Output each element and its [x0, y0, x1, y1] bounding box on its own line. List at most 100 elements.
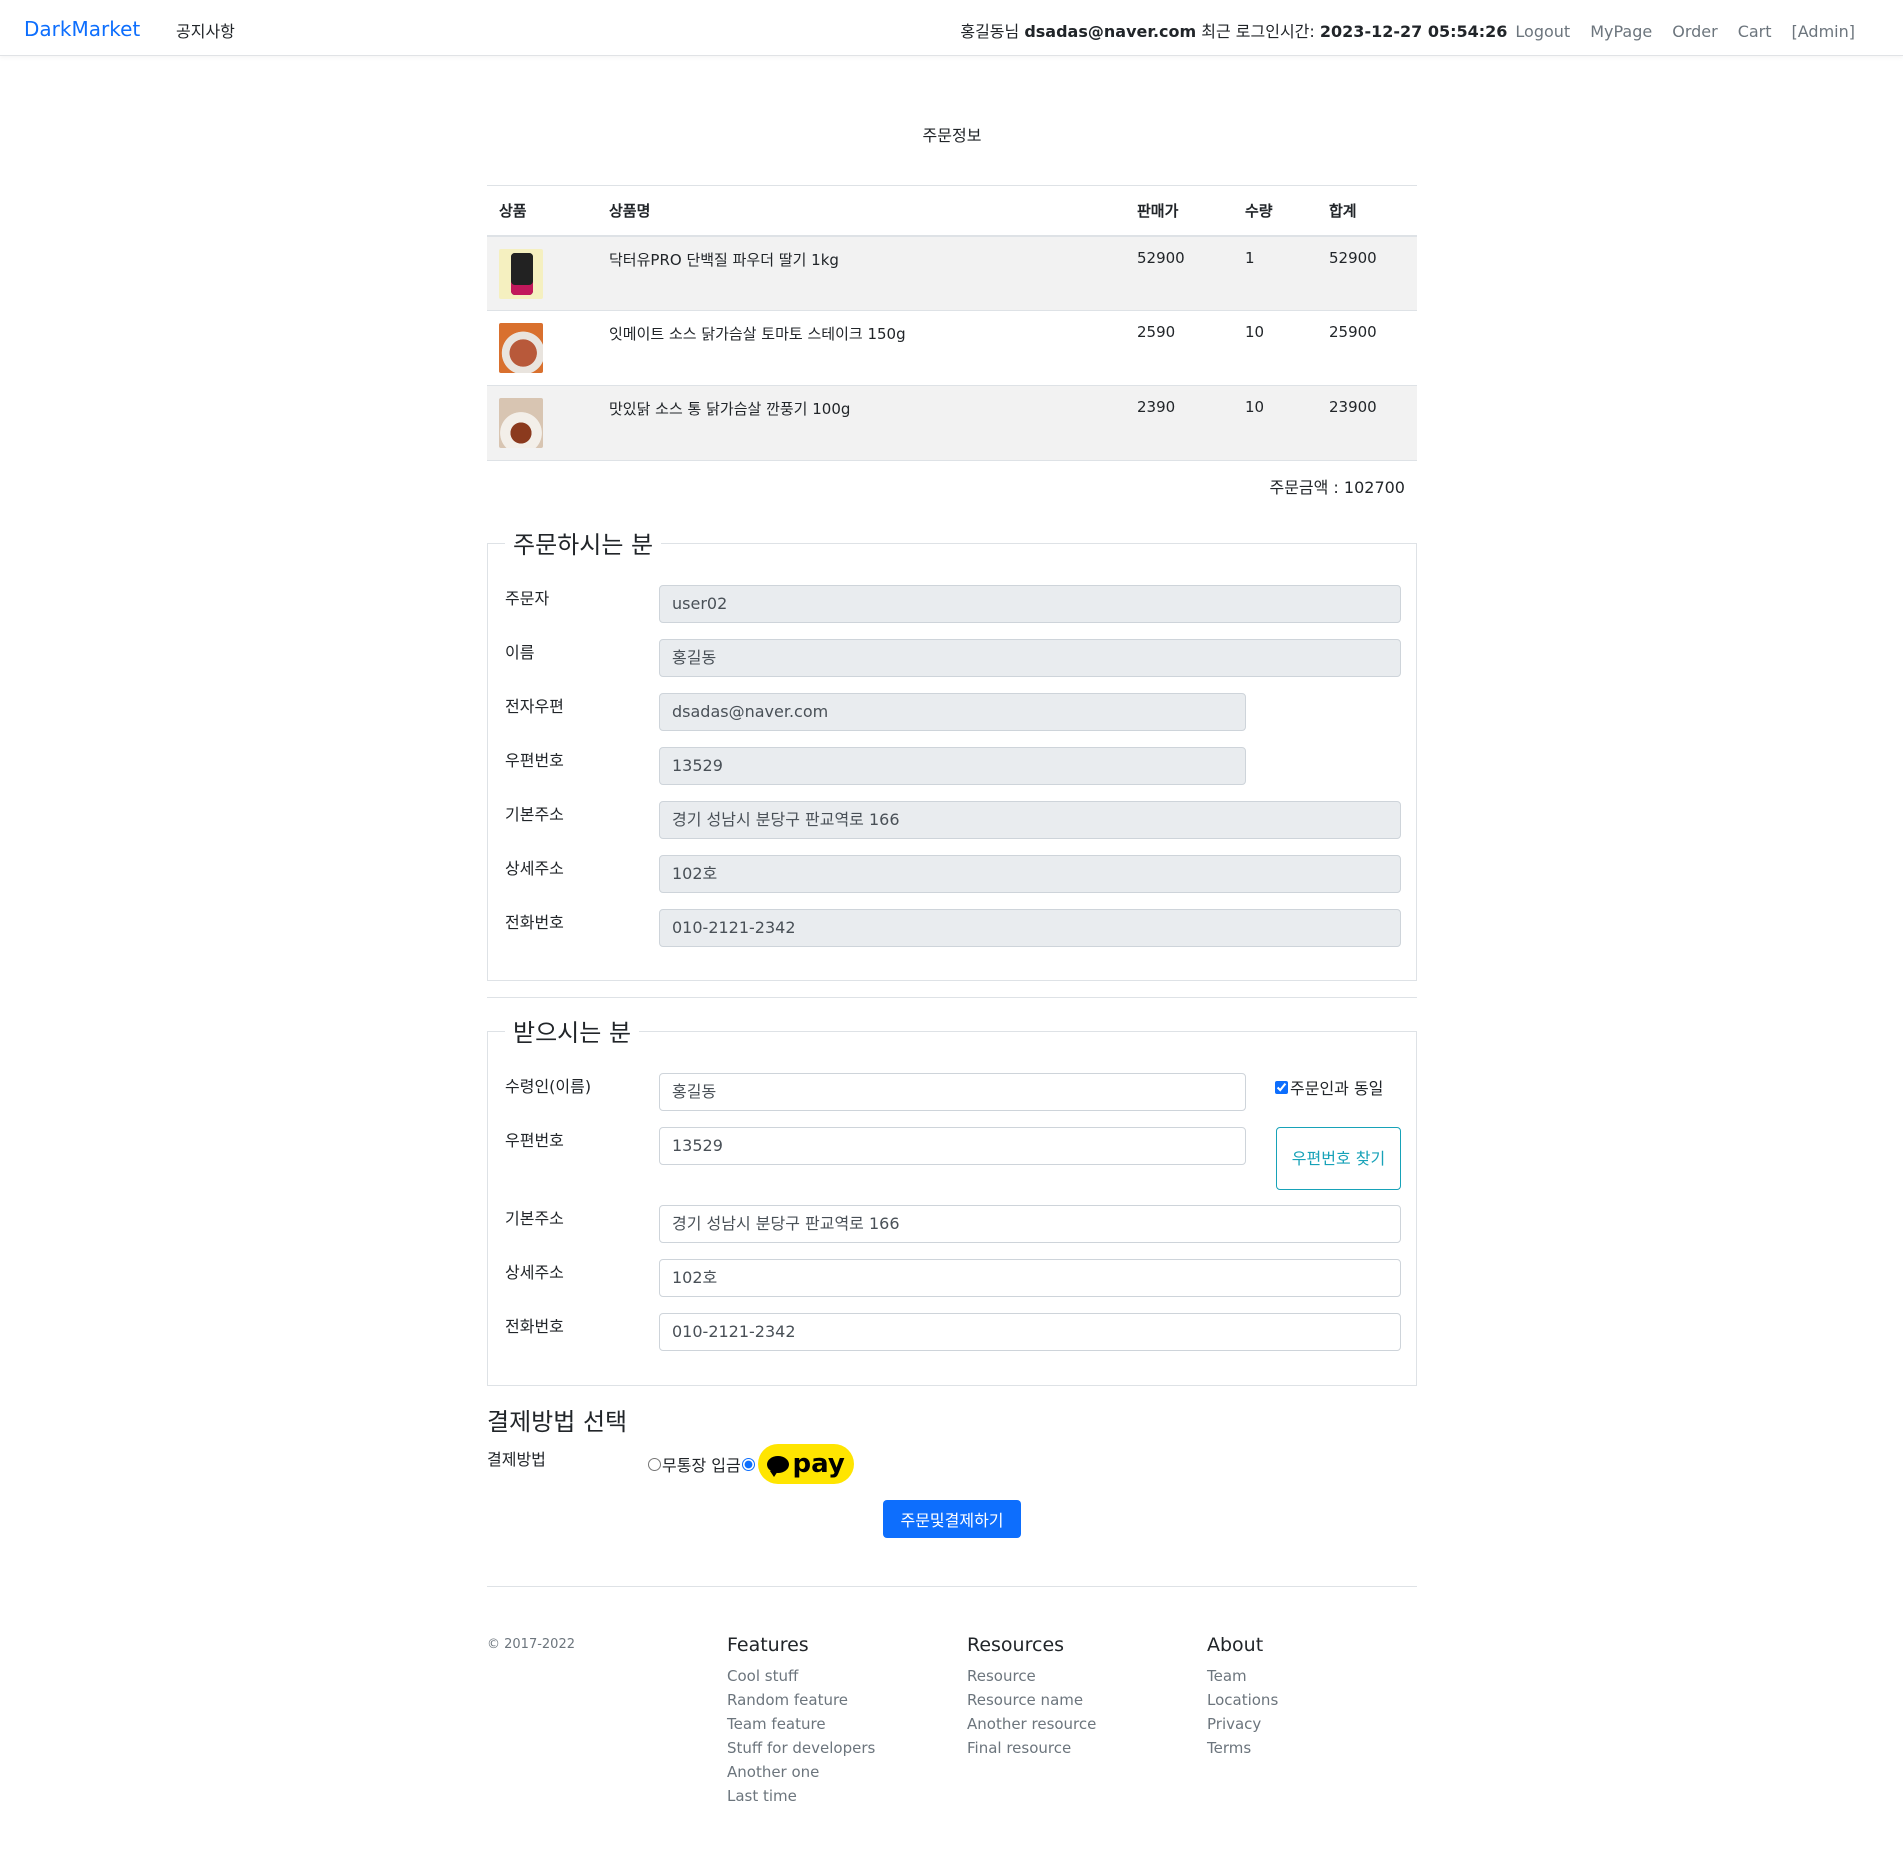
orderer-detail-address-field[interactable]: 102호 [659, 855, 1401, 893]
orderer-address-label: 기본주소 [505, 805, 564, 824]
footer-link[interactable]: Locations [1207, 1688, 1278, 1712]
footer-divider [487, 1586, 1417, 1587]
footer-col-title: Resources [967, 1634, 1065, 1656]
footer-link[interactable]: Stuff for developers [727, 1736, 875, 1760]
product-total: 25900 [1317, 310, 1417, 386]
speech-bubble-icon [766, 1455, 789, 1477]
product-image[interactable] [499, 248, 543, 299]
product-qty: 10 [1233, 385, 1317, 461]
footer-link[interactable]: Resource [967, 1664, 1096, 1688]
nav-notice-link[interactable]: 공지사항 [176, 18, 235, 42]
bank-transfer-label: 무통장 입금 [662, 1456, 741, 1475]
header-product-name: 상품명 [597, 185, 1125, 237]
orderer-address-field[interactable]: 경기 성남시 분당구 판교역로 166 [659, 801, 1401, 839]
logout-link[interactable]: Logout [1515, 22, 1570, 41]
receiver-detail-address-label: 상세주소 [505, 1263, 564, 1282]
order-link[interactable]: Order [1672, 22, 1717, 41]
orderer-phone-field[interactable]: 010-2121-2342 [659, 909, 1401, 947]
submit-order-button[interactable]: 주문및결제하기 [883, 1500, 1021, 1538]
payment-title: 결제방법 선택 [487, 1408, 628, 1436]
header-price: 판매가 [1125, 185, 1233, 237]
footer-col-resources: Resources Resource Resource name Another… [967, 1634, 1096, 1760]
product-image[interactable] [499, 398, 543, 448]
header-product: 상품 [487, 185, 597, 237]
section-divider [487, 997, 1417, 998]
brand-link[interactable]: DarkMarket [24, 17, 140, 41]
kakaopay-radio[interactable] [741, 1457, 755, 1471]
footer-link[interactable]: Team [1207, 1664, 1278, 1688]
footer-copyright: © 2017-2022 [487, 1637, 575, 1652]
top-navbar: DarkMarket 공지사항 홍길동님 dsadas@naver.com 최근… [0, 0, 1903, 56]
admin-link[interactable]: [Admin] [1792, 22, 1855, 41]
orderer-name-field[interactable]: 홍길동 [659, 639, 1401, 677]
product-thumb-cell [487, 310, 597, 386]
footer-link[interactable]: Terms [1207, 1736, 1278, 1760]
receiver-detail-address-field[interactable]: 102호 [659, 1259, 1401, 1297]
user-greeting: 홍길동님 [960, 22, 1020, 41]
payment-method-label: 결제방법 [487, 1450, 546, 1469]
product-image[interactable] [499, 323, 543, 373]
receiver-fieldset: 받으시는 분 수령인(이름) 홍길동 주문인과 동일 우편번호 13529 우편… [487, 1013, 1417, 1386]
product-name[interactable]: 잇메이트 소스 닭가슴살 토마토 스테이크 150g [597, 310, 1125, 386]
orderer-name-label: 이름 [505, 643, 535, 662]
receiver-phone-field[interactable]: 010-2121-2342 [659, 1313, 1401, 1351]
orderer-zip-label: 우편번호 [505, 751, 564, 770]
orderer-id-field[interactable]: user02 [659, 585, 1401, 623]
nav-user-area: 홍길동님 dsadas@naver.com 최근 로그인시간: 2023-12-… [960, 18, 1855, 42]
footer-link[interactable]: Resource name [967, 1688, 1096, 1712]
product-qty: 1 [1233, 235, 1317, 311]
product-qty: 10 [1233, 310, 1317, 386]
last-login-label: 최근 로그인시간: [1201, 22, 1315, 41]
table-header-row: 상품 상품명 판매가 수량 합계 [487, 185, 1417, 237]
receiver-zip-field[interactable]: 13529 [659, 1127, 1246, 1165]
bank-transfer-radio[interactable] [648, 1457, 661, 1471]
last-login-time: 2023-12-27 05:54:26 [1319, 22, 1508, 41]
table-row: 맛있닭 소스 통 닭가슴살 깐풍기 100g 2390 10 23900 [487, 385, 1417, 461]
kakaopay-text: pay [792, 1449, 845, 1479]
footer-link[interactable]: Team feature [727, 1712, 875, 1736]
find-zip-button[interactable]: 우편번호 찾기 [1276, 1127, 1401, 1190]
same-as-orderer-input[interactable] [1275, 1080, 1288, 1094]
orderer-fieldset: 주문하시는 분 주문자 user02 이름 홍길동 전자우편 dsadas@na… [487, 525, 1417, 981]
product-price: 2590 [1125, 310, 1233, 386]
orderer-zip-field[interactable]: 13529 [659, 747, 1246, 785]
product-total: 52900 [1317, 235, 1417, 311]
receiver-address-label: 기본주소 [505, 1209, 564, 1228]
footer-col-title: About [1207, 1634, 1264, 1656]
footer-col-title: Features [727, 1634, 809, 1656]
payment-options: 무통장 입금 pay [647, 1444, 854, 1484]
mypage-link[interactable]: MyPage [1590, 22, 1652, 41]
receiver-name-field[interactable]: 홍길동 [659, 1073, 1246, 1111]
orderer-legend: 주문하시는 분 [505, 525, 662, 560]
orderer-email-field[interactable]: dsadas@naver.com [659, 693, 1246, 731]
footer-link[interactable]: Last time [727, 1784, 875, 1808]
page-title: 주문정보 [922, 126, 982, 145]
product-name[interactable]: 닥터유PRO 단백질 파우더 딸기 1kg [597, 235, 1125, 311]
receiver-legend: 받으시는 분 [505, 1013, 640, 1048]
kakaopay-logo[interactable]: pay [757, 1444, 854, 1484]
footer-link[interactable]: Another resource [967, 1712, 1096, 1736]
product-thumb-cell [487, 235, 597, 311]
same-as-orderer-label: 주문인과 동일 [1290, 1079, 1384, 1098]
cart-link[interactable]: Cart [1738, 22, 1772, 41]
user-info: 홍길동님 dsadas@naver.com 최근 로그인시간: 2023-12-… [960, 18, 1507, 42]
orderer-id-label: 주문자 [505, 589, 550, 608]
footer-link[interactable]: Final resource [967, 1736, 1096, 1760]
order-total: 주문금액 : 102700 [1269, 478, 1405, 497]
receiver-zip-label: 우편번호 [505, 1131, 564, 1150]
product-thumb-cell [487, 385, 597, 461]
same-as-orderer-checkbox[interactable]: 주문인과 동일 [1275, 1075, 1383, 1099]
orderer-email-label: 전자우편 [505, 697, 564, 716]
footer-col-about: About Team Locations Privacy Terms [1207, 1634, 1278, 1760]
order-items-table: 상품 상품명 판매가 수량 합계 닥터유PRO 단백질 파우더 딸기 1kg 5… [487, 185, 1417, 461]
product-name[interactable]: 맛있닭 소스 통 닭가슴살 깐풍기 100g [597, 385, 1125, 461]
footer-link[interactable]: Random feature [727, 1688, 875, 1712]
table-row: 닥터유PRO 단백질 파우더 딸기 1kg 52900 1 52900 [487, 235, 1417, 311]
product-price: 2390 [1125, 385, 1233, 461]
receiver-address-field[interactable]: 경기 성남시 분당구 판교역로 166 [659, 1205, 1401, 1243]
product-total: 23900 [1317, 385, 1417, 461]
footer-link[interactable]: Privacy [1207, 1712, 1278, 1736]
footer-col-features: Features Cool stuff Random feature Team … [727, 1634, 875, 1808]
footer-link[interactable]: Another one [727, 1760, 875, 1784]
footer-link[interactable]: Cool stuff [727, 1664, 875, 1688]
